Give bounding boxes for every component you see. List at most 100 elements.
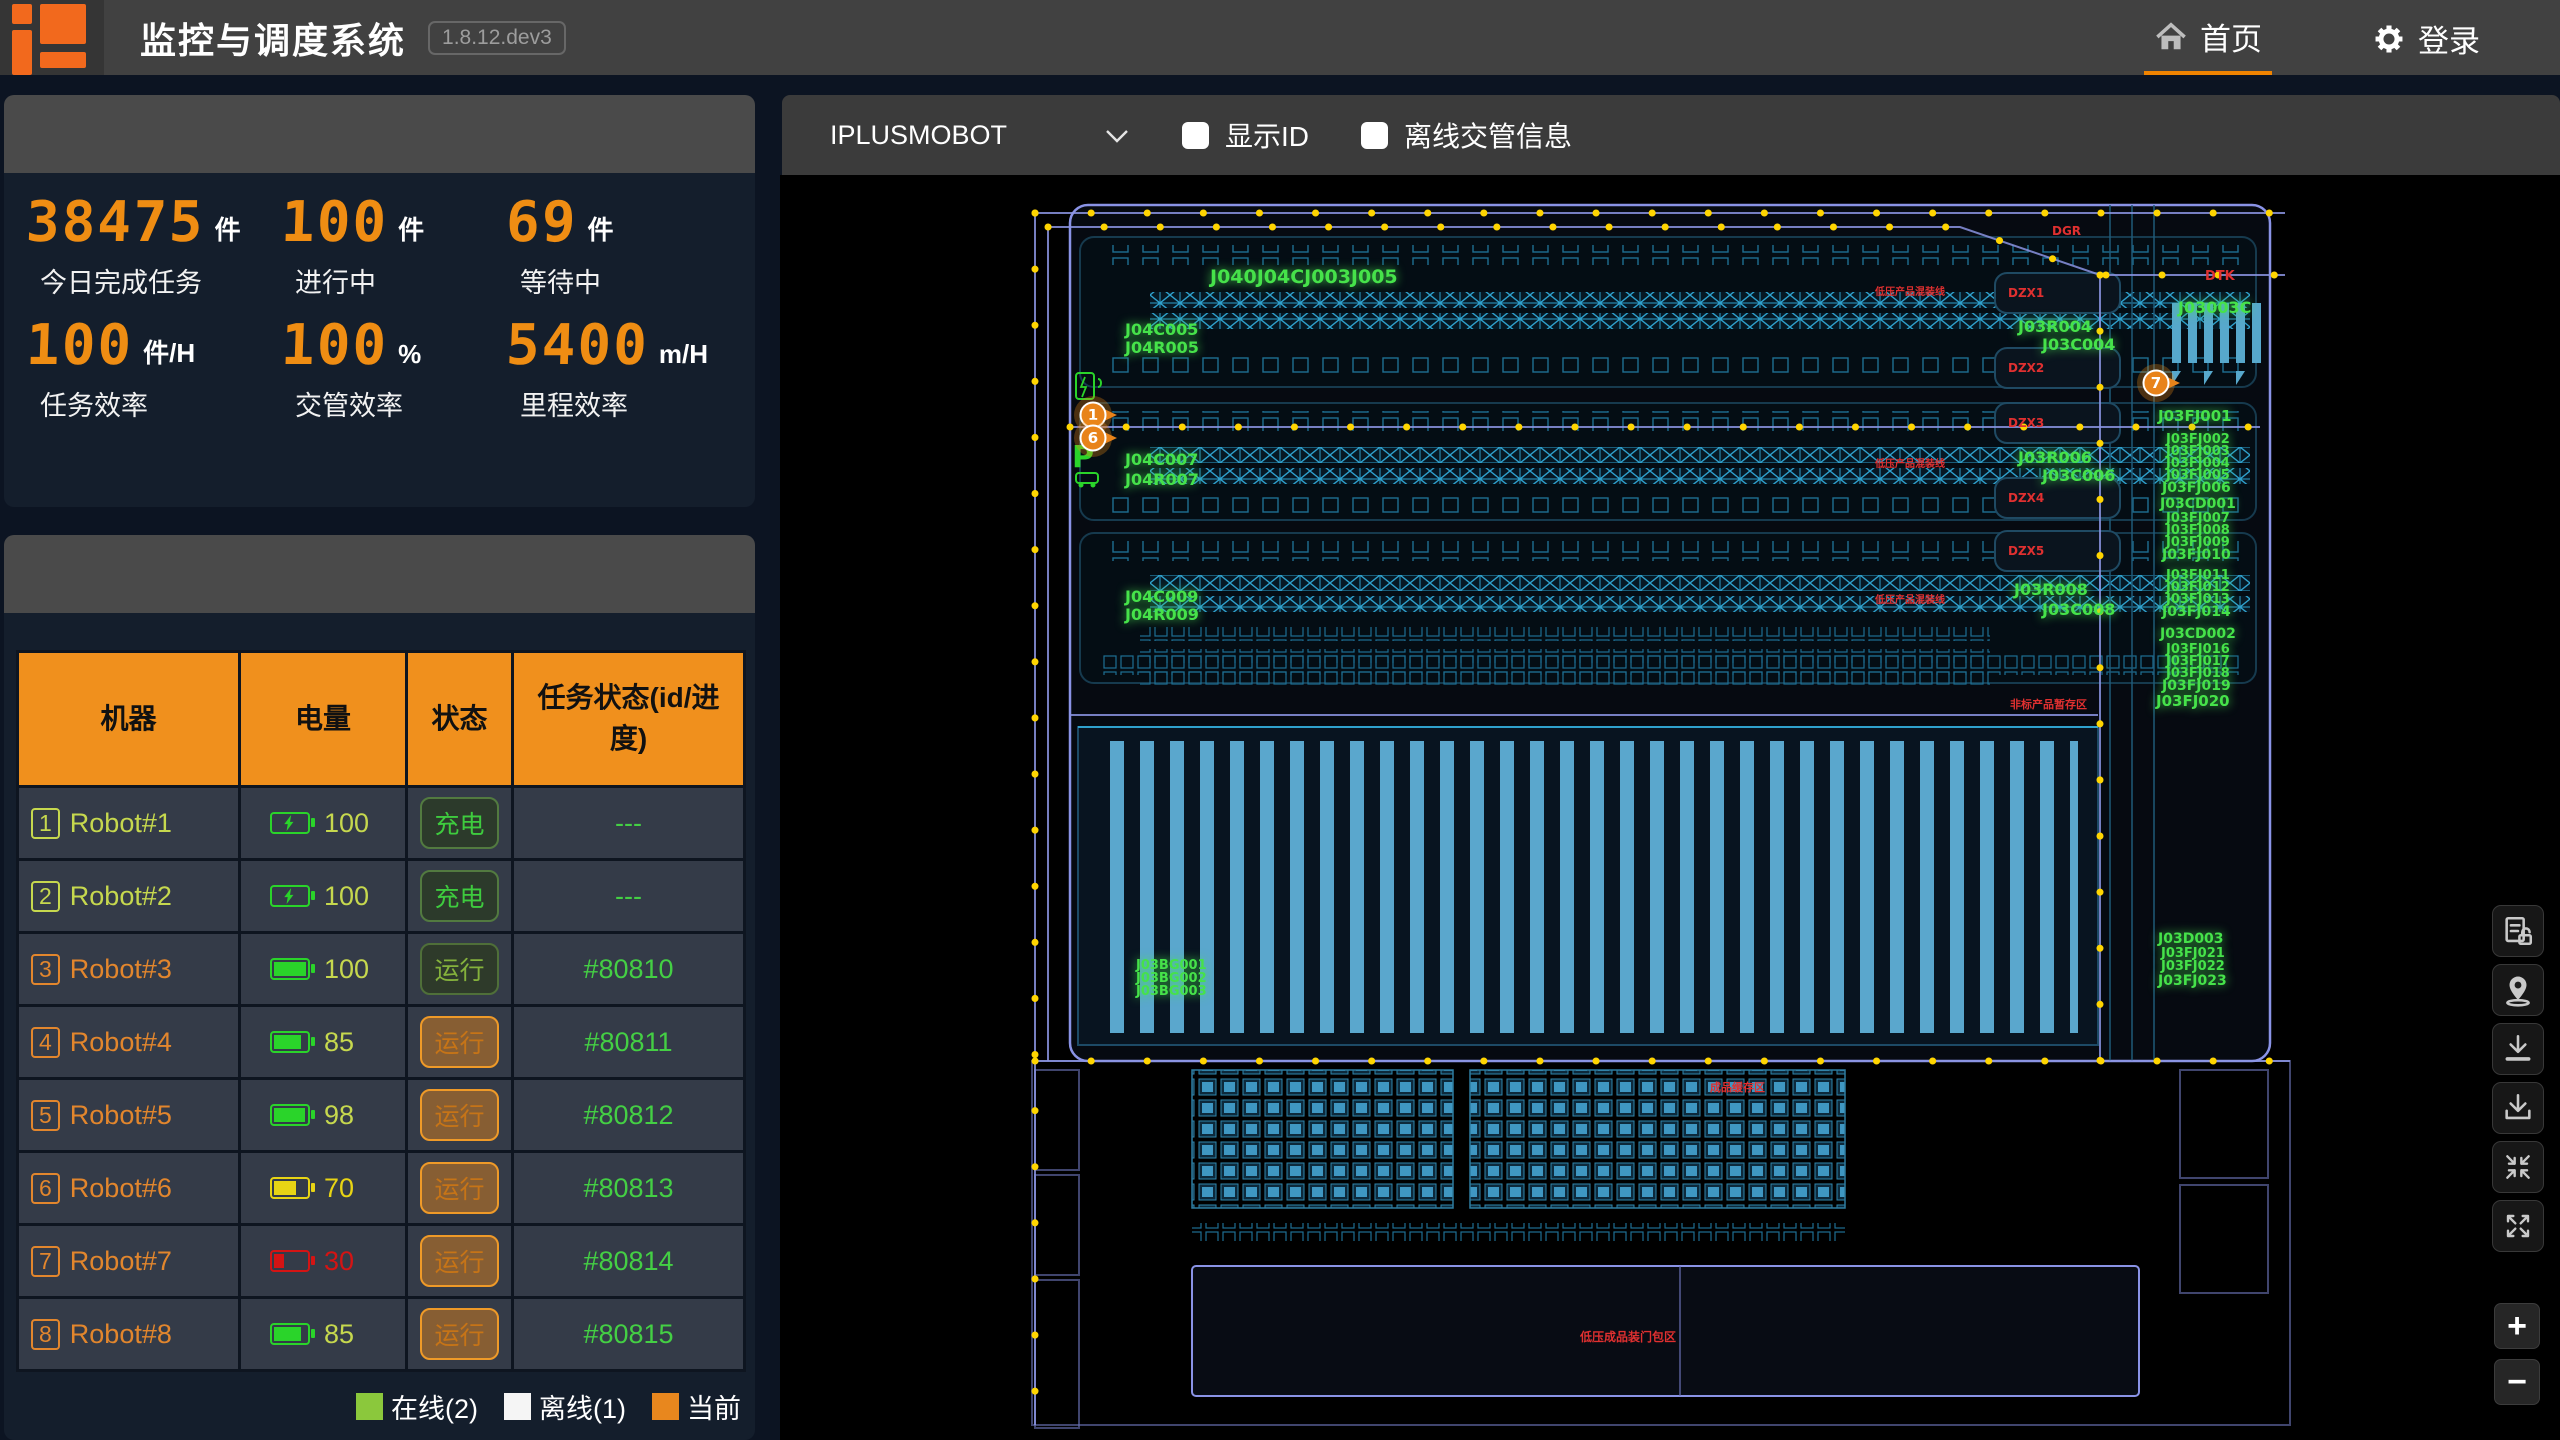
task-id: #80814 <box>513 1225 745 1298</box>
robot-number-badge: 5 <box>31 1100 60 1131</box>
stats-grid: 38475件 今日完成任务 100件 进行中 69件 等待中 100件/H 任务… <box>4 173 755 427</box>
legend-swatch <box>356 1393 383 1420</box>
robot-name: Robot#1 <box>70 808 172 839</box>
task-id: #80812 <box>513 1079 745 1152</box>
map-select-value: IPLUSMOBOT <box>830 120 1007 151</box>
map-control-stack <box>2492 905 2544 1252</box>
stat-completed-today: 38475件 今日完成任务 <box>26 195 281 304</box>
table-row[interactable]: 5Robot#598运行#80812 <box>18 1079 745 1152</box>
report-unlock-button[interactable] <box>2492 905 2544 957</box>
offline-traffic-group: 离线交管信息 <box>1361 115 1572 155</box>
show-id-label: 显示ID <box>1225 115 1309 155</box>
nav-home-label: 首页 <box>2200 14 2262 59</box>
map-label: DZX5 <box>2008 544 2044 558</box>
map-select[interactable]: IPLUSMOBOT <box>830 120 1130 151</box>
robot-number-badge: 2 <box>31 881 60 912</box>
download-tray-button[interactable] <box>2492 1082 2544 1134</box>
table-row[interactable]: 4Robot#485运行#80811 <box>18 1006 745 1079</box>
legend-item: 在线(2) <box>356 1387 478 1426</box>
map-label: DZX1 <box>2008 286 2044 300</box>
robot-number-badge: 7 <box>31 1246 60 1277</box>
status-badge: 运行 <box>420 1162 498 1214</box>
zoom-out-button[interactable]: − <box>2494 1359 2540 1405</box>
battery-icon <box>270 885 310 907</box>
table-row[interactable]: 3Robot#3100运行#80810 <box>18 933 745 1006</box>
offline-traffic-checkbox[interactable] <box>1361 122 1388 149</box>
location-pin-button[interactable] <box>2492 964 2544 1016</box>
battery-icon <box>270 1104 310 1126</box>
map-label: DZX2 <box>2008 361 2044 375</box>
zoom-in-button[interactable]: + <box>2494 1303 2540 1349</box>
table-row[interactable]: 6Robot#670运行#80813 <box>18 1152 745 1225</box>
map-label: J04R007 <box>1124 470 1199 489</box>
map-label: 低压产品混装线 <box>1874 593 1945 606</box>
col-status: 状态 <box>407 652 513 787</box>
stat-mileage-efficiency: 5400m/H 里程效率 <box>506 318 755 427</box>
map-label: 成品缓存区 <box>1710 1080 1765 1094</box>
expand-icon <box>2502 1210 2534 1242</box>
floor-plan-svg: P J040J04CJ003J005J04C005J04R005J04C007J… <box>780 175 2560 1440</box>
bottom-square-row <box>1192 1223 1845 1241</box>
chevron-down-icon <box>1104 120 1130 151</box>
robot-marker-number: 7 <box>2151 374 2161 392</box>
download-line-button[interactable] <box>2492 1023 2544 1075</box>
map-label: 低压成品装门包区 <box>1579 1329 1676 1344</box>
download-line-icon <box>2501 1032 2535 1066</box>
expand-button[interactable] <box>2492 1200 2544 1252</box>
task-id: #80810 <box>513 933 745 1006</box>
stat-in-progress: 100件 进行中 <box>281 195 506 304</box>
map-label: J03R008 <box>2013 580 2088 599</box>
map-label: DGR <box>2052 224 2081 238</box>
show-id-checkbox[interactable] <box>1182 122 1209 149</box>
table-row[interactable]: 1Robot#1100充电--- <box>18 787 745 860</box>
battery-icon <box>270 812 310 834</box>
battery-icon <box>270 958 310 980</box>
map-label: J040J04CJ003J005 <box>1208 266 1398 288</box>
status-badge: 运行 <box>420 943 498 995</box>
bottom-cluster-b <box>1470 1070 1845 1208</box>
status-badge: 运行 <box>420 1308 498 1360</box>
mid-rack-rows <box>1140 627 1990 685</box>
robot-number-badge: 1 <box>31 808 60 839</box>
robot-panel-header <box>4 535 755 613</box>
factory-map[interactable]: P J040J04CJ003J005J04C005J04R005J04C007J… <box>780 175 2560 1440</box>
map-label: J04C005 <box>1124 320 1198 339</box>
map-label: 低压产品混装线 <box>1874 285 1945 298</box>
status-badge: 充电 <box>420 870 498 922</box>
legend-item: 当前 <box>652 1387 741 1426</box>
battery-icon <box>270 1031 310 1053</box>
stats-panel: 38475件 今日完成任务 100件 进行中 69件 等待中 100件/H 任务… <box>4 95 755 507</box>
collapse-button[interactable] <box>2492 1141 2544 1193</box>
map-label: DTK <box>2205 269 2236 284</box>
offline-traffic-label: 离线交管信息 <box>1404 115 1572 155</box>
col-battery: 电量 <box>240 652 407 787</box>
table-row[interactable]: 8Robot#885运行#80815 <box>18 1298 745 1371</box>
map-label: J04C009 <box>1124 587 1198 606</box>
map-label: J03R006 <box>2017 448 2092 467</box>
map-label: J03C008 <box>2041 600 2115 619</box>
robot-panel: 机器 电量 状态 任务状态(id/进度) 1Robot#1100充电---2Ro… <box>4 535 755 1440</box>
map-label: J03FJ023 <box>2157 973 2227 989</box>
stats-panel-header <box>4 95 755 173</box>
nav-home[interactable]: 首页 <box>2144 0 2272 75</box>
app-logo <box>0 0 104 75</box>
table-row[interactable]: 2Robot#2100充电--- <box>18 860 745 933</box>
download-tray-icon <box>2501 1091 2535 1125</box>
robot-name: Robot#7 <box>70 1246 172 1277</box>
map-label: DZX4 <box>2008 491 2044 505</box>
legend-swatch <box>504 1393 531 1420</box>
task-id: #80815 <box>513 1298 745 1371</box>
nav-login[interactable]: 登录 <box>2362 2 2490 73</box>
status-badge: 运行 <box>420 1016 498 1068</box>
battery-value: 100 <box>324 808 376 839</box>
map-toolbar: IPLUSMOBOT 显示ID 离线交管信息 <box>782 95 2560 175</box>
battery-value: 85 <box>324 1027 376 1058</box>
map-label: J03FJ020 <box>2155 692 2230 710</box>
robot-table-header-row: 机器 电量 状态 任务状态(id/进度) <box>18 652 745 787</box>
report-unlock-icon <box>2501 914 2535 948</box>
robot-number-badge: 8 <box>31 1319 60 1350</box>
table-row[interactable]: 7Robot#730运行#80814 <box>18 1225 745 1298</box>
robot-marker-number: 6 <box>1088 429 1098 447</box>
map-label: J03D003 <box>2157 931 2224 947</box>
map-label: J03FJ010 <box>2161 547 2231 563</box>
